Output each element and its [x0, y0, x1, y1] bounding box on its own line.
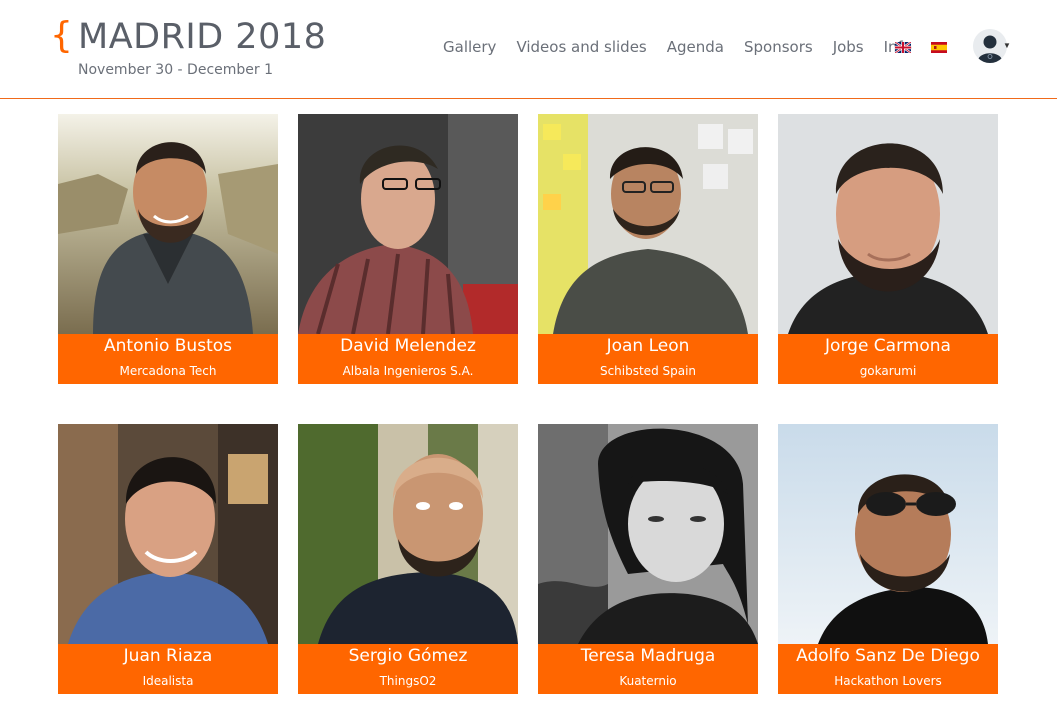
speaker-name: Adolfo Sanz De Diego	[796, 646, 980, 666]
user-avatar-icon[interactable]	[973, 29, 1007, 63]
event-dates: November 30 - December 1	[78, 62, 274, 78]
speaker-name: Juan Riaza	[123, 646, 213, 666]
speaker-company: Mercadona Tech	[119, 364, 217, 378]
speaker-card[interactable]: David Melendez Albala Ingenieros S.A.	[298, 114, 518, 384]
speaker-name: Sergio Gómez	[348, 646, 468, 666]
speaker-company: Kuaternio	[619, 674, 677, 688]
speaker-label: Antonio Bustos Mercadona Tech	[58, 334, 278, 384]
speaker-photo	[778, 424, 998, 644]
speaker-name: Joan Leon	[606, 336, 690, 356]
speaker-photo	[298, 114, 518, 334]
speaker-name: Jorge Carmona	[825, 336, 951, 356]
nav-gallery[interactable]: Gallery	[443, 38, 496, 56]
speaker-photo	[58, 424, 278, 644]
nav-jobs[interactable]: Jobs	[833, 38, 864, 56]
speaker-label: Adolfo Sanz De Diego Hackathon Lovers	[778, 644, 998, 694]
speaker-card[interactable]: Sergio Gómez ThingsO2	[298, 424, 518, 694]
speaker-company: Idealista	[142, 674, 194, 688]
speaker-label: Juan Riaza Idealista	[58, 644, 278, 694]
uk-flag-icon[interactable]	[895, 42, 911, 53]
site-header: { MADRID 2018 November 30 - December 1 G…	[0, 0, 1057, 99]
nav-agenda[interactable]: Agenda	[667, 38, 724, 56]
speaker-card[interactable]: Teresa Madruga Kuaternio	[538, 424, 758, 694]
speaker-card[interactable]: Juan Riaza Idealista	[58, 424, 278, 694]
speaker-photo	[538, 424, 758, 644]
chevron-down-icon[interactable]: ▼	[1003, 41, 1011, 50]
speaker-label: Teresa Madruga Kuaternio	[538, 644, 758, 694]
speaker-photo	[538, 114, 758, 334]
speaker-company: Albala Ingenieros S.A.	[342, 364, 474, 378]
speaker-card[interactable]: Adolfo Sanz De Diego Hackathon Lovers	[778, 424, 998, 694]
speaker-label: Sergio Gómez ThingsO2	[298, 644, 518, 694]
main-nav: Gallery Videos and slides Agenda Sponsor…	[443, 38, 932, 56]
speaker-company: Hackathon Lovers	[834, 674, 942, 688]
speaker-name: David Melendez	[340, 336, 476, 356]
nav-videos-and-slides[interactable]: Videos and slides	[516, 38, 646, 56]
es-flag-icon[interactable]	[931, 42, 947, 53]
speaker-photo	[298, 424, 518, 644]
speaker-name: Teresa Madruga	[580, 646, 716, 666]
brace-logo: {	[50, 15, 73, 56]
speaker-card[interactable]: Antonio Bustos Mercadona Tech	[58, 114, 278, 384]
nav-sponsors[interactable]: Sponsors	[744, 38, 813, 56]
speaker-name: Antonio Bustos	[104, 336, 232, 356]
speaker-card[interactable]: Jorge Carmona gokarumi	[778, 114, 998, 384]
speaker-company: Schibsted Spain	[599, 364, 697, 378]
speaker-label: Joan Leon Schibsted Spain	[538, 334, 758, 384]
site-title[interactable]: MADRID 2018	[78, 20, 326, 55]
speaker-company: ThingsO2	[379, 674, 437, 688]
speaker-label: Jorge Carmona gokarumi	[778, 334, 998, 384]
speaker-label: David Melendez Albala Ingenieros S.A.	[298, 334, 518, 384]
speaker-card[interactable]: Joan Leon Schibsted Spain	[538, 114, 758, 384]
speaker-photo	[778, 114, 998, 334]
speaker-photo	[58, 114, 278, 334]
speaker-company: gokarumi	[859, 364, 917, 378]
